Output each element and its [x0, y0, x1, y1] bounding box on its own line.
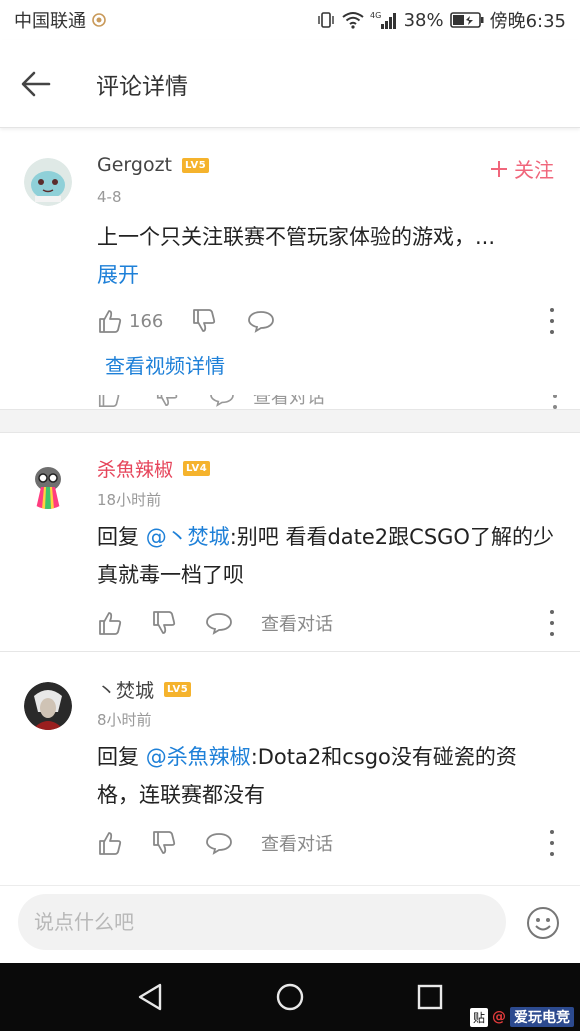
battery-icon [449, 11, 484, 29]
back-button[interactable] [0, 40, 72, 128]
comment-bubble-icon [210, 395, 234, 407]
follow-label: 关注 [514, 158, 554, 182]
reply-comment: 丶焚城 LV5 8小时前 回复 @杀魚辣椒:Dota2和csgo没有碰瓷的资格，… [0, 652, 580, 874]
username[interactable]: 丶焚城 [97, 676, 154, 703]
thumbs-down-icon [193, 309, 216, 332]
level-badge: LV5 [164, 682, 192, 697]
signal-icon: 4G [370, 10, 398, 30]
avatar[interactable] [24, 158, 72, 206]
view-video-link[interactable]: 查看视频详情 [105, 350, 225, 379]
plus-icon [491, 160, 507, 177]
hidden-action-row: 查看对话 [97, 395, 557, 409]
reply-button[interactable] [247, 309, 275, 333]
view-conversation-link[interactable]: 查看对话 [253, 395, 325, 409]
expand-link[interactable]: 展开 [97, 256, 557, 294]
more-options-button[interactable] [547, 610, 557, 636]
like-button[interactable] [97, 830, 123, 856]
reply-button[interactable] [205, 831, 233, 855]
view-conversation-link[interactable]: 查看对话 [261, 610, 333, 636]
comment-bubble-icon [206, 833, 232, 855]
dislike-button[interactable] [191, 308, 217, 334]
view-conversation-link[interactable]: 查看对话 [261, 830, 333, 856]
svg-text:4G: 4G [370, 11, 381, 20]
comment-input[interactable] [18, 894, 506, 950]
thumbs-up-icon [98, 395, 120, 407]
nav-back-button[interactable] [130, 977, 170, 1017]
battery-percent: 38% [403, 9, 444, 31]
vibrate-icon [316, 10, 336, 30]
reply-comment: 杀魚辣椒 LV4 18小时前 回复 @丶焚城:别吧 看看date2跟CSGO了解… [0, 433, 580, 651]
main-comment: Gergozt LV5 关注 4-8 上一个只关注联赛不管玩家体验的游戏，...… [0, 128, 580, 388]
comment-time: 18小时前 [97, 491, 162, 509]
page-title: 评论详情 [96, 73, 188, 100]
comment-bubble-icon [206, 613, 232, 635]
comment-text: 上一个只关注联赛不管玩家体验的游戏，... 展开 [97, 218, 557, 294]
dislike-button[interactable] [151, 610, 177, 636]
dislike-button[interactable] [151, 830, 177, 856]
mention-link[interactable]: @杀魚辣椒 [146, 745, 251, 769]
comment-actions: 查看对话 [97, 828, 557, 858]
arrow-left-icon [21, 71, 51, 96]
username[interactable]: Gergozt [97, 154, 172, 176]
reply-prefix: 回复 [97, 525, 146, 549]
mention-link[interactable]: @丶焚城 [146, 525, 230, 549]
watermark: 贴 @ 爱玩电竞 [469, 1007, 574, 1027]
clock: 傍晚6:35 [489, 11, 566, 32]
thumbs-up-icon [99, 612, 122, 635]
level-badge: LV4 [183, 461, 211, 476]
header: 评论详情 [0, 40, 580, 128]
thumbs-down-icon [153, 831, 176, 854]
square-recents-icon [417, 984, 443, 1010]
circle-home-icon [276, 983, 304, 1011]
emoji-button[interactable] [526, 906, 560, 940]
nav-recents-button[interactable] [410, 977, 450, 1017]
like-button[interactable]: 166 [97, 308, 163, 334]
notification-icon [92, 13, 106, 27]
thumbs-up-icon [99, 310, 122, 333]
watermark-tie-label: 贴 [469, 1007, 488, 1027]
smiley-icon [527, 907, 559, 939]
thumbs-down-icon [153, 611, 176, 634]
wifi-icon [341, 11, 364, 29]
nav-home-button[interactable] [270, 977, 310, 1017]
triangle-back-icon [138, 983, 162, 1011]
status-bar: 中国联通 4G 38% 傍晚6:35 [0, 0, 580, 40]
like-count: 166 [129, 310, 164, 332]
comment-text: 回复 @杀魚辣椒:Dota2和csgo没有碰瓷的资格，连联赛都没有 [97, 738, 557, 814]
like-button[interactable] [97, 610, 123, 636]
carrier-label: 中国联通 [14, 11, 86, 32]
comment-input-bar [0, 885, 580, 963]
comment-time: 4-8 [97, 188, 122, 206]
comment-actions: 查看对话 [97, 608, 557, 638]
watermark-logo: 爱玩电竞 [510, 1007, 574, 1027]
username[interactable]: 杀魚辣椒 [97, 455, 173, 482]
level-badge: LV5 [182, 157, 210, 173]
follow-button[interactable]: 关注 [490, 154, 554, 183]
section-gap [0, 410, 580, 432]
thumbs-down-icon [156, 395, 178, 407]
thumbs-up-icon [99, 832, 122, 855]
comment-actions: 166 [97, 306, 557, 336]
more-options-button[interactable] [547, 308, 557, 334]
comment-bubble-icon [248, 311, 275, 333]
comment-text: 回复 @丶焚城:别吧 看看date2跟CSGO了解的少真就毒一档了呗 [97, 518, 557, 594]
avatar[interactable] [24, 682, 72, 730]
avatar[interactable] [24, 461, 72, 509]
comment-time: 8小时前 [97, 711, 152, 729]
reply-button[interactable] [205, 611, 233, 635]
comment-body: 上一个只关注联赛不管玩家体验的游戏，... [97, 225, 496, 249]
more-options-button[interactable] [547, 830, 557, 856]
watermark-at: @ [492, 1009, 506, 1025]
system-nav-bar: 贴 @ 爱玩电竞 [0, 963, 580, 1031]
reply-prefix: 回复 [97, 745, 146, 769]
